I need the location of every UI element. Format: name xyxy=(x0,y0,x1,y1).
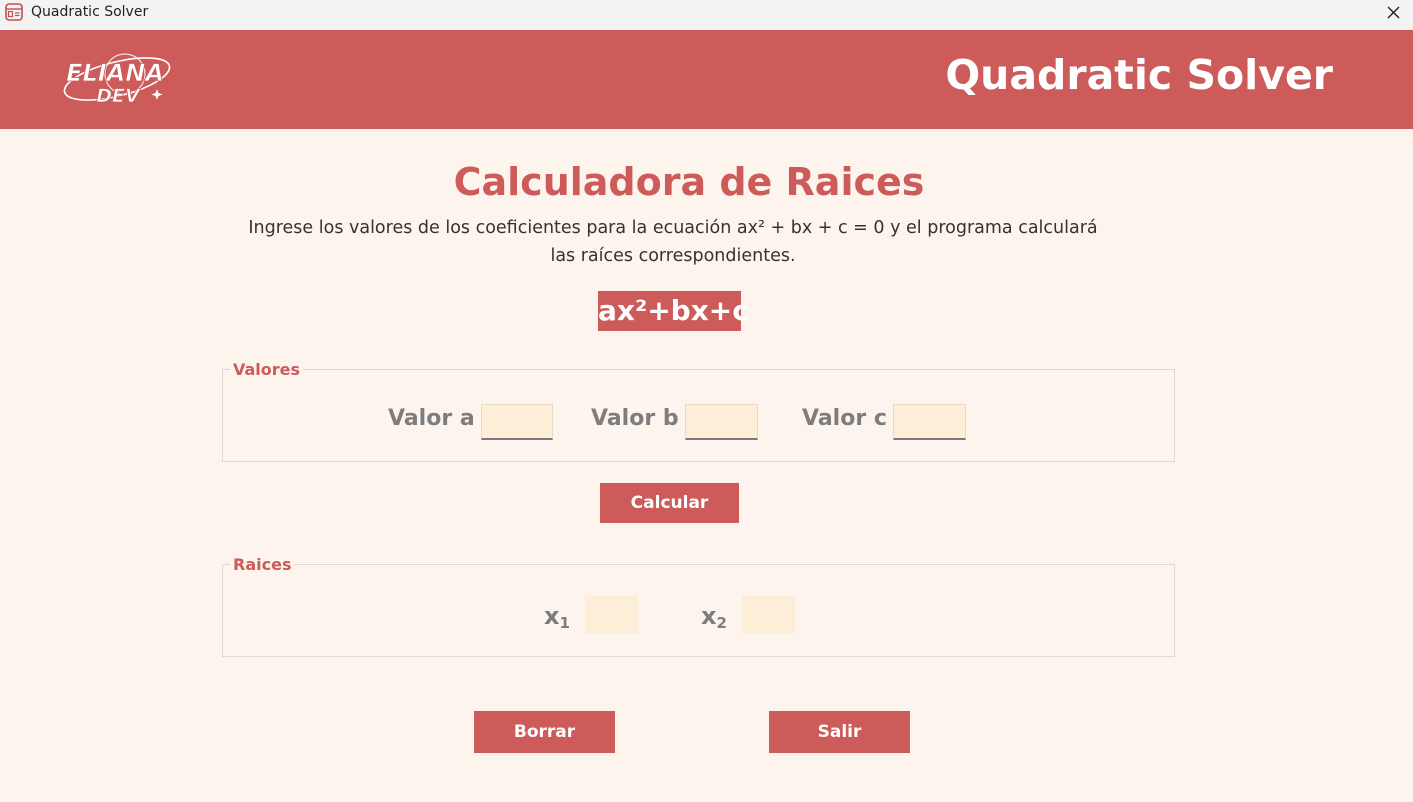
x1-output[interactable] xyxy=(585,596,638,634)
x1-subscript: 1 xyxy=(559,614,570,632)
x2-output[interactable] xyxy=(742,596,795,634)
x1-label: x1 xyxy=(544,602,570,632)
valores-legend: Valores xyxy=(230,360,304,379)
valor-b-label: Valor b xyxy=(591,406,679,431)
x2-label-text: x xyxy=(701,602,717,630)
salir-button[interactable]: Salir xyxy=(769,711,910,753)
raices-legend: Raices xyxy=(230,555,295,574)
description: Ingrese los valores de los coeficientes … xyxy=(0,214,1346,270)
app-header: ELIANA DEV Quadratic Solver xyxy=(0,30,1413,129)
page-title: Calculadora de Raices xyxy=(453,160,925,204)
formula-badge: ax²+bx+c xyxy=(598,291,749,331)
valor-a-input[interactable] xyxy=(481,404,553,440)
header-title: Quadratic Solver xyxy=(945,51,1333,99)
valor-c-label: Valor c xyxy=(802,406,887,431)
close-icon[interactable] xyxy=(1383,3,1403,23)
description-line-1: Ingrese los valores de los coeficientes … xyxy=(248,218,1098,238)
logo-text-dev: DEV xyxy=(96,85,141,107)
raices-group: Raices xyxy=(222,555,1175,657)
calculator-icon xyxy=(5,3,23,21)
calcular-button[interactable]: Calcular xyxy=(600,483,739,523)
logo-text-eliana: ELIANA xyxy=(66,59,164,87)
description-line-2: las raíces correspondientes. xyxy=(550,246,796,266)
x1-label-text: x xyxy=(544,602,560,630)
x2-label: x2 xyxy=(701,602,727,632)
valor-c-input[interactable] xyxy=(893,404,966,440)
window-title: Quadratic Solver xyxy=(31,4,149,20)
window-titlebar: Quadratic Solver xyxy=(0,0,1413,30)
x2-subscript: 2 xyxy=(716,614,727,632)
valor-b-input[interactable] xyxy=(685,404,758,440)
eliana-dev-logo: ELIANA DEV xyxy=(63,53,171,107)
borrar-button[interactable]: Borrar xyxy=(474,711,615,753)
valor-a-label: Valor a xyxy=(388,406,475,431)
